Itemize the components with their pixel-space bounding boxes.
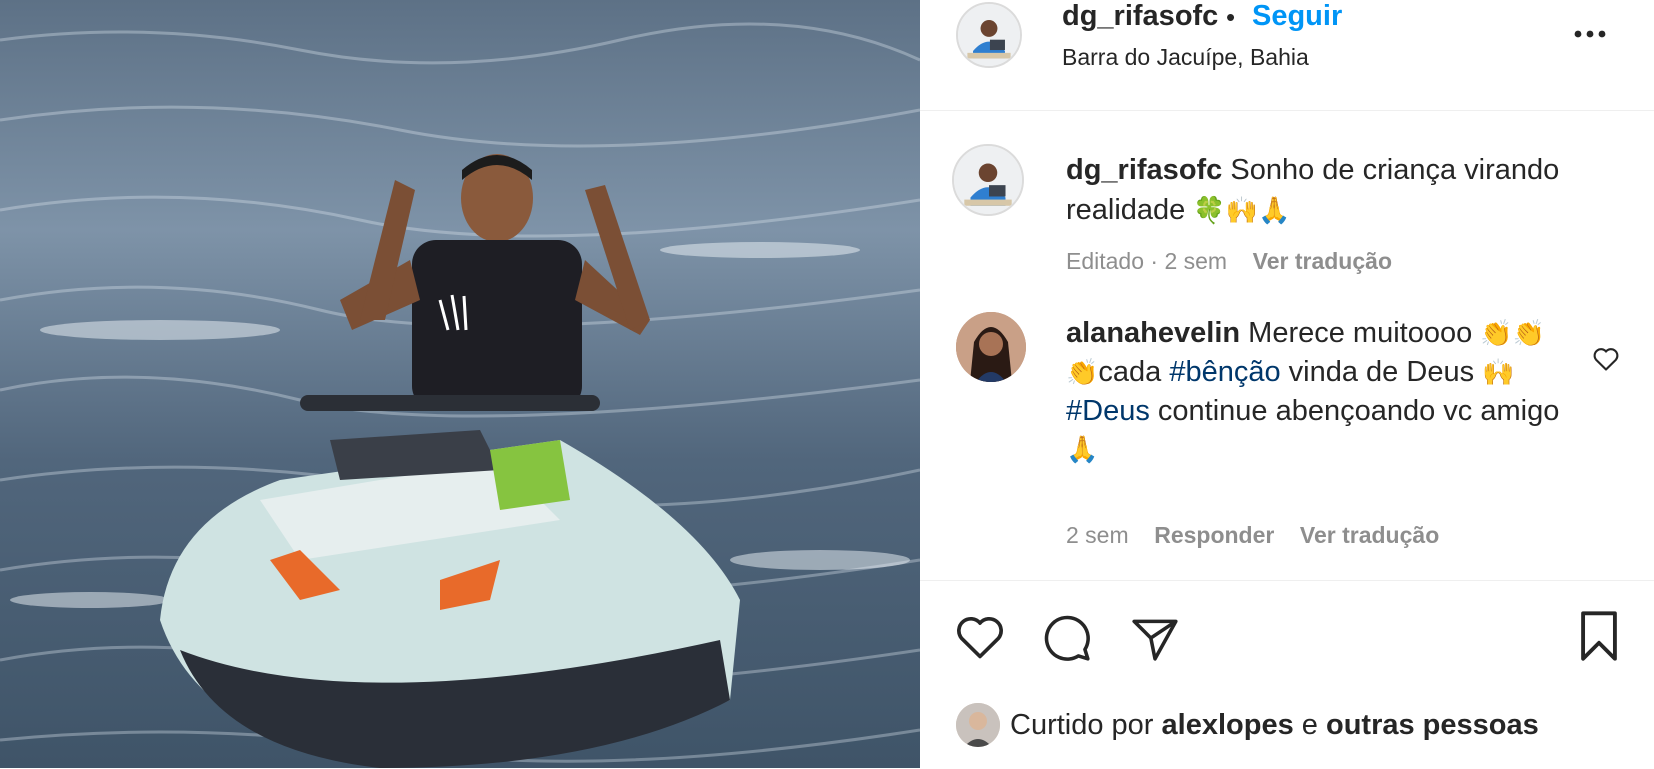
hashtag-bencao[interactable]: #bênção [1169,356,1280,388]
more-options-icon[interactable] [1570,24,1610,44]
author-avatar[interactable] [956,2,1022,68]
comment-text-4: continue abençoando vc amigo [1157,395,1560,427]
post-header: dg_rifasofc • Seguir Barra do Jacuípe, B… [920,0,1654,111]
commenter-avatar[interactable] [956,312,1026,382]
post-actions: Curtido por alexlopes e outras pessoas [920,580,1654,769]
caption-username[interactable]: dg_rifasofc [1066,154,1222,186]
liked-by-conj: e [1301,709,1318,741]
comment-bubble-icon[interactable] [1042,613,1092,668]
caption-author-avatar[interactable] [952,144,1024,216]
comments-section[interactable]: dg_rifasofc Sonho de criança virando rea… [920,112,1654,578]
post-location[interactable]: Barra do Jacuípe, Bahia [1062,44,1309,71]
comment-text-1: Merece muitoooo [1248,317,1473,349]
post-details-panel: dg_rifasofc • Seguir Barra do Jacuípe, B… [920,0,1654,768]
comment-meta: 2 sem Responder Ver tradução [1066,522,1439,549]
comment-body: alanahevelin Merece muitoooo 👏👏👏cada #bê… [1066,314,1576,469]
follow-button[interactable]: Seguir [1252,0,1342,33]
liker-avatar[interactable] [956,703,1000,747]
avatar-image [954,146,1022,214]
like-heart-icon[interactable] [954,613,1006,666]
liked-by-others[interactable]: outras pessoas [1326,709,1539,741]
post-photo[interactable] [0,0,920,768]
caption-meta: Editado · 2 sem Ver tradução [1066,248,1392,275]
author-username[interactable]: dg_rifasofc [1062,0,1218,33]
comment-time: 2 sem [1066,522,1129,548]
caption-translate-link[interactable]: Ver tradução [1253,248,1392,274]
comment-emojis-2: 🙌 [1482,358,1515,388]
caption-edited-time: Editado · 2 sem [1066,248,1228,274]
liked-by-prefix: Curtido por [1010,709,1154,741]
comment-username[interactable]: alanahevelin [1066,317,1240,349]
comment-emojis-3: 🙏 [1066,435,1099,465]
caption: dg_rifasofc Sonho de criança virando rea… [1066,150,1586,231]
avatar-image [956,312,1026,382]
comment-like-heart-icon[interactable] [1592,346,1620,372]
comment-reply-link[interactable]: Responder [1154,522,1274,548]
share-paper-plane-icon[interactable] [1130,615,1180,666]
save-bookmark-icon[interactable] [1578,611,1620,666]
liked-by-user[interactable]: alexlopes [1162,709,1294,741]
comment-translate-link[interactable]: Ver tradução [1300,522,1439,548]
liked-by-text: Curtido por alexlopes e outras pessoas [1010,709,1539,742]
caption-emojis: 🍀🙌🙏 [1193,196,1291,226]
hashtag-deus[interactable]: #Deus [1066,395,1150,427]
separator-dot: • [1226,2,1236,32]
jetski-photo-illustration [0,22,920,768]
comment-text-2: cada [1098,356,1162,388]
comment-text-3: vinda de Deus [1288,356,1475,388]
avatar-image [958,4,1020,66]
